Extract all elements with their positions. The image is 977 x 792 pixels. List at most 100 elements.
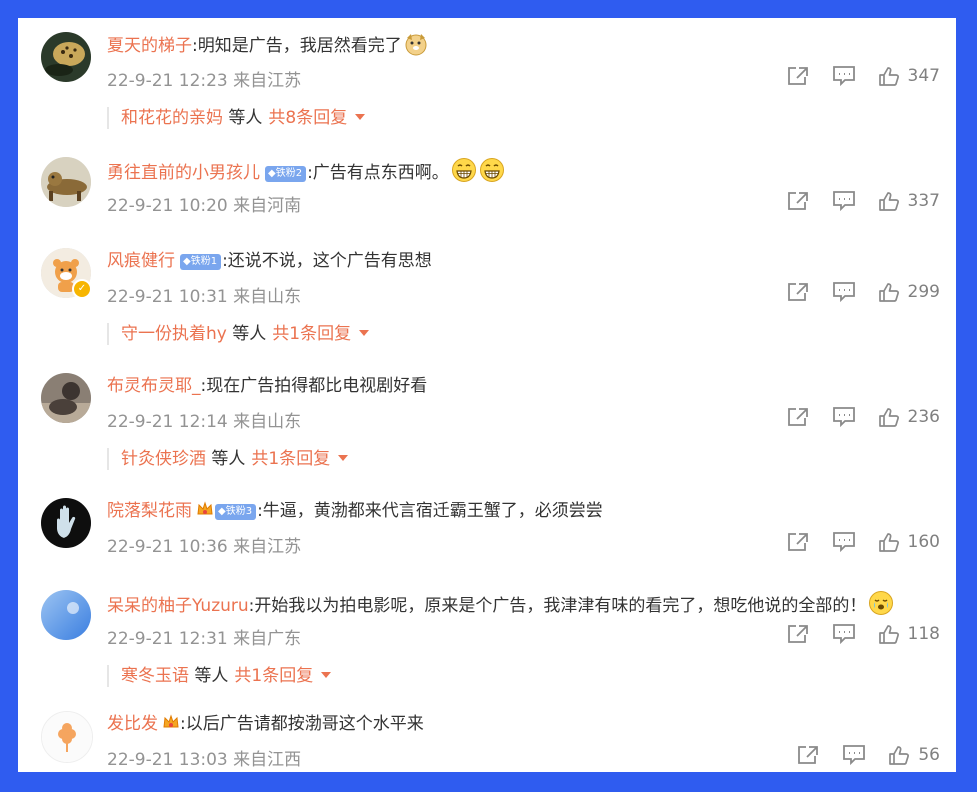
share-button[interactable] (796, 744, 820, 766)
reply-mid: 等人 (206, 449, 246, 469)
comment-button[interactable] (832, 406, 856, 428)
avatar[interactable] (41, 590, 91, 640)
reply-user-link[interactable]: 针灸侠珍酒 (121, 449, 206, 469)
more-replies-link[interactable]: 共8条回复 (268, 108, 347, 128)
reply-user-link[interactable]: 守一份执着hy (121, 324, 227, 344)
comment-icon (832, 282, 855, 303)
avatar[interactable] (41, 373, 91, 423)
like-count: 56 (918, 745, 940, 765)
comment-item: 夏天的梯子:明知是广告，我居然看完了 22-9-21 12:23 来自江苏 34… (18, 22, 956, 142)
grin-emoji-icon (479, 157, 505, 191)
comment-actions: 299 (764, 279, 940, 305)
like-button[interactable]: 236 (878, 406, 940, 428)
comment-button[interactable] (832, 65, 856, 87)
comment-item: 勇往直前的小男孩儿 ◆铁粉2:广告有点东西啊。 22-9-21 10:20 来自河… (18, 147, 956, 237)
comment-button[interactable] (832, 190, 856, 212)
like-button[interactable]: 347 (878, 65, 940, 87)
share-button[interactable] (786, 281, 810, 303)
comment-meta: 22-9-21 12:31 来自广东 (107, 629, 302, 649)
reply-summary[interactable]: 和花花的亲妈 等人 共8条回复 (107, 107, 366, 129)
share-button[interactable] (786, 406, 810, 428)
reply-summary[interactable]: 针灸侠珍酒 等人 共1条回复 (107, 448, 349, 470)
more-replies-link[interactable]: 共1条回复 (234, 666, 313, 686)
username-link[interactable]: 夏天的梯子 (107, 36, 192, 56)
username-link[interactable]: 发比发 (107, 714, 158, 734)
share-icon (787, 67, 808, 85)
comment-item: 呆呆的柚子Yuzuru:开始我以为拍电影呢，原来是个广告，我津津有味的看完了，想… (18, 580, 956, 700)
tears-emoji-icon (868, 590, 894, 624)
share-button[interactable] (786, 623, 810, 645)
share-icon (787, 192, 808, 210)
like-count: 236 (907, 407, 940, 427)
reply-summary[interactable]: 寒冬玉语 等人 共1条回复 (107, 665, 332, 687)
comment-content: 夏天的梯子:明知是广告，我居然看完了 (107, 32, 428, 58)
thumbs-up-icon (878, 533, 899, 552)
like-button[interactable]: 337 (878, 190, 940, 212)
share-button[interactable] (786, 190, 810, 212)
reply-summary[interactable]: 守一份执着hy 等人 共1条回复 (107, 323, 370, 345)
share-icon (787, 283, 808, 301)
chevron-down-icon[interactable] (359, 330, 370, 336)
share-button[interactable] (786, 531, 810, 553)
share-button[interactable] (786, 65, 810, 87)
reply-user-link[interactable]: 和花花的亲妈 (121, 108, 223, 128)
comment-text: :以后广告请都按渤哥这个水平来 (180, 714, 424, 734)
comment-actions: 56 (774, 742, 940, 768)
comment-meta: 22-9-21 12:14 来自山东 (107, 412, 302, 432)
avatar[interactable] (41, 157, 91, 207)
like-count: 337 (907, 191, 940, 211)
comment-text: :开始我以为拍电影呢，原来是个广告，我津津有味的看完了，想吃他说的全部的！ (248, 596, 867, 616)
grin-emoji-icon (451, 157, 477, 191)
comment-content: 呆呆的柚子Yuzuru:开始我以为拍电影呢，原来是个广告，我津津有味的看完了，想… (107, 590, 894, 616)
chevron-down-icon[interactable] (355, 114, 366, 120)
thumbs-up-icon (878, 408, 899, 427)
diamond-icon: ◆ (218, 506, 226, 517)
more-replies-link[interactable]: 共1条回复 (251, 449, 330, 469)
avatar[interactable] (41, 32, 91, 82)
share-icon (787, 625, 808, 643)
avatar[interactable] (41, 711, 93, 763)
thumbs-up-icon (878, 192, 899, 211)
comment-item: 院落梨花雨 ◆铁粉3:牛逼，黄渤都来代言宿迁霸王蟹了，必须尝尝 22-9-21 1… (18, 488, 956, 578)
more-replies-link[interactable]: 共1条回复 (272, 324, 351, 344)
comment-meta: 22-9-21 10:20 来自河南 (107, 196, 302, 216)
comment-button[interactable] (832, 623, 856, 645)
like-count: 347 (907, 66, 940, 86)
username-link[interactable]: 院落梨花雨 (107, 501, 192, 521)
comment-button[interactable] (832, 281, 856, 303)
comment-actions: 347 (764, 63, 940, 89)
username-link[interactable]: 布灵布灵耶_ (107, 376, 201, 396)
avatar[interactable] (41, 498, 91, 548)
share-icon (798, 746, 819, 764)
doge-emoji-icon (404, 32, 428, 64)
fan-badge: ◆铁粉1 (180, 254, 222, 270)
comment-text: :现在广告拍得都比电视剧好看 (200, 376, 428, 396)
verified-badge-icon: ✓ (72, 279, 92, 299)
chevron-down-icon[interactable] (338, 455, 349, 461)
comment-item: ✓ 风痕健行 ◆铁粉1:还说不说，这个广告有思想 22-9-21 10:31 来自… (18, 238, 956, 358)
username-link[interactable]: 呆呆的柚子Yuzuru (107, 596, 249, 616)
comment-list: 夏天的梯子:明知是广告，我居然看完了 22-9-21 12:23 来自江苏 34… (18, 18, 956, 772)
comment-button[interactable] (842, 744, 866, 766)
comment-content: 勇往直前的小男孩儿 ◆铁粉2:广告有点东西啊。 (107, 157, 505, 183)
comment-content: 布灵布灵耶_:现在广告拍得都比电视剧好看 (107, 373, 427, 399)
comment-actions: 337 (764, 188, 940, 214)
avatar[interactable]: ✓ (41, 248, 92, 299)
like-button[interactable]: 160 (878, 531, 940, 553)
thumbs-up-icon (889, 746, 910, 765)
username-link[interactable]: 风痕健行 (107, 251, 175, 271)
thumbs-up-icon (878, 67, 899, 86)
crown-icon (196, 500, 214, 526)
comment-item: 布灵布灵耶_:现在广告拍得都比电视剧好看 22-9-21 12:14 来自山东 … (18, 363, 956, 483)
like-button[interactable]: 118 (878, 623, 940, 645)
diamond-icon: ◆ (183, 256, 191, 267)
like-count: 160 (907, 532, 940, 552)
reply-user-link[interactable]: 寒冬玉语 (121, 666, 189, 686)
username-link[interactable]: 勇往直前的小男孩儿 (107, 163, 260, 183)
comment-icon (832, 191, 855, 212)
like-button[interactable]: 299 (878, 281, 940, 303)
comment-actions: 160 (764, 529, 940, 555)
comment-button[interactable] (832, 531, 856, 553)
like-button[interactable]: 56 (888, 744, 940, 766)
chevron-down-icon[interactable] (321, 672, 332, 678)
